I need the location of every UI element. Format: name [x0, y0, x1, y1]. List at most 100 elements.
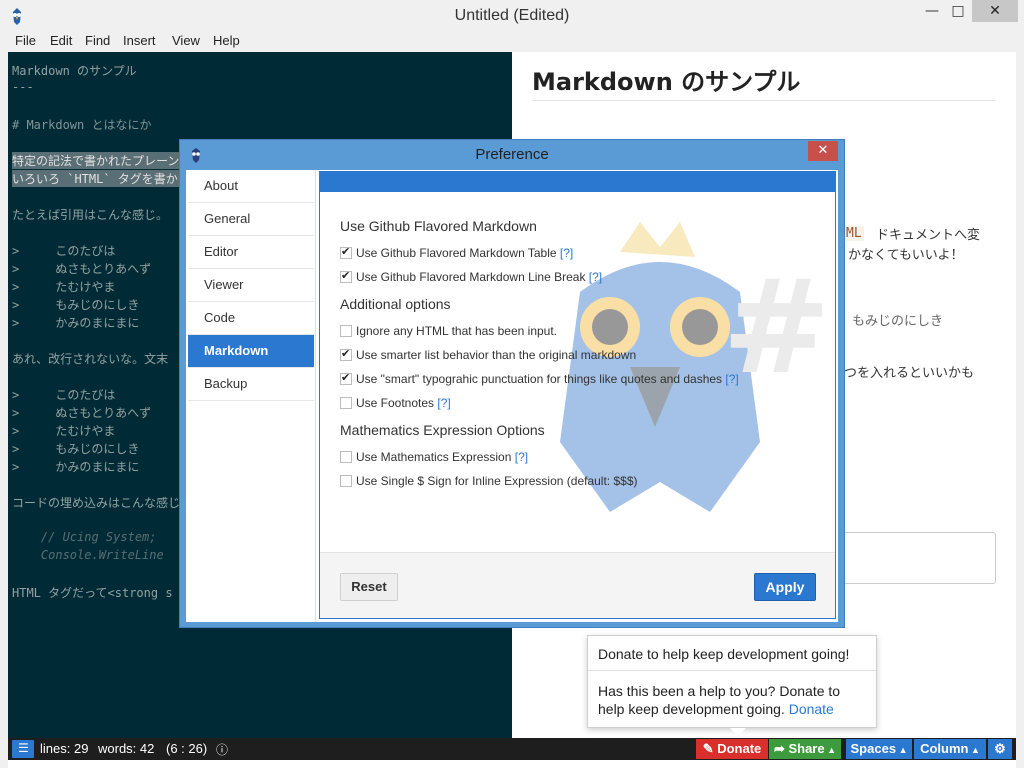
dialog-body: About General Editor Viewer Code Markdow…: [186, 170, 838, 622]
editor-line: Markdown のサンプル: [12, 64, 137, 78]
status-bar: ☰ lines: 29 words: 42 (6 : 26) ⓘ ✎ Donat…: [8, 738, 1016, 760]
option-label: Use Single $ Sign for Inline Expression …: [356, 474, 638, 488]
list-icon: ☰: [18, 741, 29, 755]
toc-button[interactable]: ☰: [12, 740, 34, 758]
popup-donate-link[interactable]: Donate: [789, 701, 834, 717]
heart-icon: ✎: [702, 741, 718, 756]
menu-view[interactable]: View: [172, 33, 200, 48]
editor-line: > もみじのにしき: [12, 298, 140, 312]
caret-up-icon: ▲: [824, 745, 837, 755]
option-math[interactable]: Use Mathematics Expression [?]: [340, 450, 528, 464]
option-single-dollar[interactable]: Use Single $ Sign for Inline Expression …: [340, 474, 638, 488]
panel-header: [320, 172, 835, 192]
spaces-button[interactable]: Spaces ▲: [846, 739, 912, 759]
checkbox-checked[interactable]: [340, 245, 352, 259]
option-smart-lists[interactable]: Use smarter list behavior than the origi…: [340, 347, 637, 362]
checkbox-unchecked[interactable]: [340, 451, 352, 463]
editor-line: > たむけやま: [12, 424, 116, 438]
menu-bar: File Edit Find Insert View Help: [0, 32, 1024, 52]
popup-divider: [588, 670, 876, 671]
section-heading: Use Github Flavored Markdown: [340, 218, 537, 234]
apply-button[interactable]: Apply: [754, 573, 816, 601]
checkbox-unchecked[interactable]: [340, 475, 352, 487]
dialog-title-bar[interactable]: Preference ✕: [180, 140, 844, 170]
help-link[interactable]: [?]: [589, 270, 602, 284]
donate-button[interactable]: ✎ Donate: [696, 739, 768, 759]
editor-line: > かみのまにまに: [12, 460, 140, 474]
option-label: Use "smart" typograhic punctuation for t…: [356, 372, 723, 386]
option-footnotes[interactable]: Use Footnotes [?]: [340, 396, 451, 410]
section-heading: Mathematics Expression Options: [340, 422, 545, 438]
line-count: lines: 29: [40, 741, 89, 756]
editor-line: # Markdown とはなにか: [12, 118, 152, 132]
gear-icon[interactable]: ⚙: [988, 739, 1012, 759]
close-window-button[interactable]: ✕: [972, 0, 1018, 22]
nav-about[interactable]: About: [188, 170, 314, 202]
app-icon: [13, 8, 21, 25]
nav-backup[interactable]: Backup: [188, 368, 314, 400]
column-button[interactable]: Column ▲: [914, 739, 986, 759]
option-gfm-table[interactable]: Use Github Flavored Markdown Table [?]: [340, 245, 573, 260]
option-label: Ignore any HTML that has been input.: [356, 324, 558, 338]
editor-line: > かみのまにまに: [12, 316, 140, 330]
option-label: Use Github Flavored Markdown Table: [356, 246, 557, 260]
checkbox-checked[interactable]: [340, 371, 352, 385]
checkbox-checked[interactable]: [340, 269, 352, 283]
window-frame-right: [1016, 52, 1024, 768]
editor-line: > このたびは: [12, 388, 116, 402]
preview-text: つを入れるといいかも: [844, 366, 975, 381]
preview-quote: もみじのにしき: [852, 314, 944, 329]
popup-arrow: [730, 728, 746, 736]
menu-find[interactable]: Find: [85, 33, 110, 48]
nav-divider: [188, 400, 314, 401]
donate-label: Donate: [717, 741, 762, 756]
option-label: Use smarter list behavior than the origi…: [356, 348, 637, 362]
dialog-close-button[interactable]: ✕: [808, 141, 838, 161]
menu-help[interactable]: Help: [213, 33, 240, 48]
maximize-button[interactable]: □: [940, 0, 976, 22]
option-label: Use Github Flavored Markdown Line Break: [356, 270, 586, 284]
option-label: Use Mathematics Expression: [356, 450, 512, 464]
option-smartypants[interactable]: Use "smart" typograhic punctuation for t…: [340, 371, 739, 386]
menu-insert[interactable]: Insert: [123, 33, 156, 48]
editor-line: コードの埋め込みはこんな感じ: [12, 496, 181, 510]
nav-code[interactable]: Code: [188, 302, 314, 334]
word-count: words: 42: [98, 741, 155, 756]
reset-button[interactable]: Reset: [340, 573, 398, 601]
option-ignore-html[interactable]: Ignore any HTML that has been input.: [340, 324, 557, 338]
preference-dialog: Preference ✕ About General Editor Viewer…: [179, 139, 845, 628]
help-link[interactable]: [?]: [560, 246, 573, 260]
checkbox-checked[interactable]: [340, 347, 352, 361]
nav-editor[interactable]: Editor: [188, 236, 314, 268]
help-link[interactable]: [?]: [515, 450, 528, 464]
editor-line: > もみじのにしき: [12, 442, 140, 456]
checkbox-unchecked[interactable]: [340, 325, 352, 337]
editor-line: Console.WriteLine: [12, 548, 164, 562]
window-frame-left: [0, 52, 8, 768]
dialog-title: Preference: [475, 146, 549, 163]
help-link[interactable]: [?]: [725, 372, 738, 386]
option-gfm-line-break[interactable]: Use Github Flavored Markdown Line Break …: [340, 269, 602, 284]
checkbox-unchecked[interactable]: [340, 397, 352, 409]
preview-text: ドキュメントへ変: [876, 228, 981, 243]
nav-markdown[interactable]: Markdown: [188, 335, 314, 367]
caret-up-icon: ▲: [896, 745, 908, 755]
spaces-label: Spaces: [850, 741, 897, 756]
caret-up-icon: ▲: [968, 745, 980, 755]
info-icon[interactable]: ⓘ: [216, 741, 228, 758]
editor-line: > ぬさもとりあへず: [12, 262, 152, 276]
editor-line: あれ、改行されないな。文末: [12, 352, 169, 366]
share-icon: ➦: [773, 741, 789, 756]
editor-line: > たむけやま: [12, 280, 116, 294]
share-button[interactable]: ➦ Share ▲: [769, 739, 841, 759]
menu-edit[interactable]: Edit: [50, 33, 72, 48]
nav-general[interactable]: General: [188, 203, 314, 235]
menu-file[interactable]: File: [15, 33, 36, 48]
popup-body: Has this been a help to you? Donate to h…: [598, 682, 868, 718]
nav-viewer[interactable]: Viewer: [188, 269, 314, 301]
editor-line: いろいろ `HTML` タグを書か: [12, 170, 192, 187]
help-link[interactable]: [?]: [437, 396, 450, 410]
editor-line: 特定の記法で書かれたプレーン: [12, 152, 192, 169]
cursor-position: (6 : 26): [166, 741, 208, 756]
editor-line: > このたびは: [12, 244, 116, 258]
